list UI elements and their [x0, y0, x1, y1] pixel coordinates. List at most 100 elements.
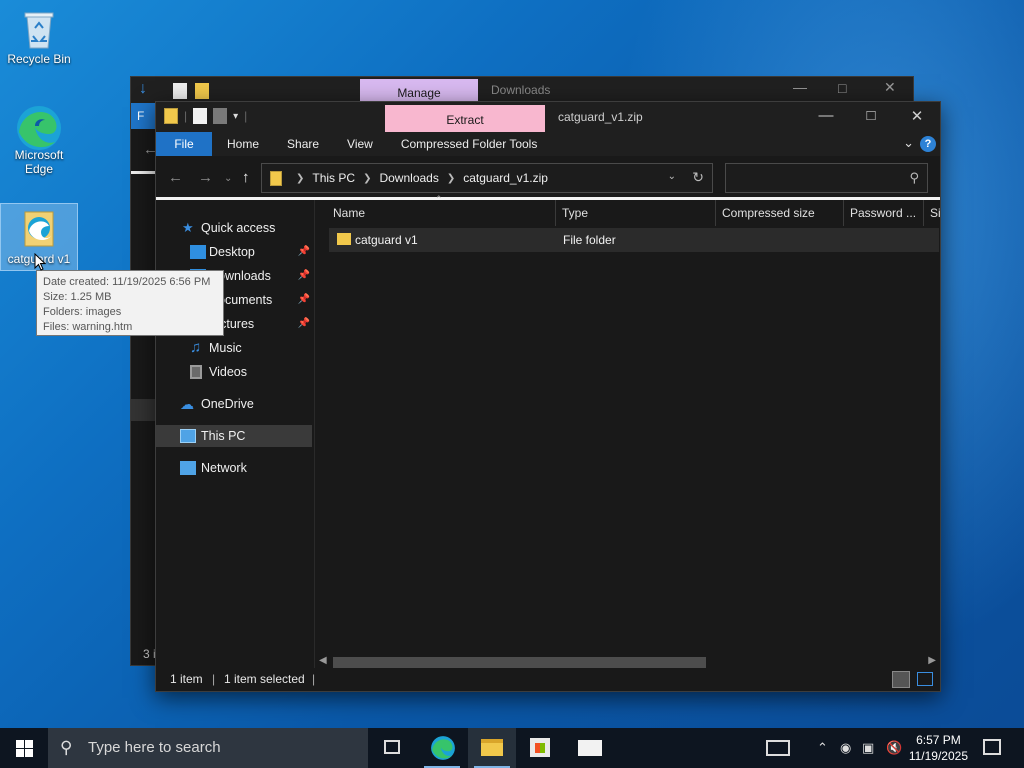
tab-view[interactable]: View: [347, 137, 373, 151]
task-view-icon: [384, 740, 400, 754]
breadcrumb-chevron-icon[interactable]: ❯: [447, 173, 455, 184]
file-list[interactable]: Name ⌃ Type Compressed size Password ...…: [315, 194, 940, 670]
desktop-icon-recycle-bin[interactable]: Recycle Bin: [1, 8, 77, 76]
taskbar-file-explorer[interactable]: [468, 728, 516, 768]
nav-this-pc[interactable]: This PC: [156, 425, 312, 447]
pin-icon[interactable]: 📌: [298, 265, 310, 287]
mail-icon: [578, 740, 602, 756]
volume-muted-icon[interactable]: 🔇: [886, 740, 902, 756]
status-bar: 1 item | 1 item selected |: [156, 668, 940, 691]
minimize-icon[interactable]: —: [793, 79, 807, 95]
minimize-icon[interactable]: —: [816, 107, 836, 124]
explorer-body: ★ Quick access Desktop 📌 Downloads 📌 Doc…: [156, 194, 940, 670]
column-compressed-size[interactable]: Compressed size: [716, 200, 844, 226]
tab-home[interactable]: Home: [227, 137, 259, 151]
nav-label: Network: [201, 461, 247, 475]
breadcrumb-this-pc[interactable]: This PC: [312, 171, 355, 185]
nav-videos[interactable]: Videos: [156, 361, 312, 383]
search-icon: ⚲: [60, 738, 73, 757]
system-clock[interactable]: 6:57 PM 11/19/2025: [909, 732, 968, 764]
breadcrumb-chevron-icon[interactable]: ❯: [363, 173, 371, 184]
breadcrumb-chevron-icon[interactable]: ❯: [296, 173, 304, 184]
status-item-count: 1 item: [170, 672, 203, 686]
back-arrow-icon[interactable]: ←: [168, 169, 183, 186]
taskbar-store[interactable]: [516, 728, 564, 768]
new-folder-icon[interactable]: [195, 83, 209, 99]
back-window-white-bar: [131, 171, 157, 174]
network-tray-icon[interactable]: ▣: [862, 740, 874, 756]
scroll-right-icon[interactable]: ▶: [928, 655, 936, 666]
rename-icon[interactable]: [213, 108, 228, 124]
pin-icon[interactable]: 📌: [298, 313, 310, 335]
tooltip-files: Files: warning.htm: [43, 321, 133, 333]
mouse-cursor-icon: [34, 253, 46, 271]
help-icon[interactable]: ?: [920, 136, 936, 152]
nav-label: Quick access: [201, 221, 276, 235]
nav-desktop[interactable]: Desktop 📌: [156, 241, 312, 263]
extract-tab[interactable]: Extract: [385, 105, 545, 132]
search-input[interactable]: ⚲: [725, 163, 928, 193]
tooltip-size: Size: 1.25 MB: [43, 291, 112, 303]
show-hidden-icons-icon[interactable]: ⌃: [817, 740, 828, 756]
tab-file[interactable]: File: [156, 132, 212, 156]
windows-logo-icon: [16, 740, 33, 757]
nav-music[interactable]: ♫ Music: [156, 337, 312, 359]
column-password[interactable]: Password ...: [844, 200, 924, 226]
properties-icon[interactable]: [193, 108, 208, 124]
start-button[interactable]: [0, 728, 48, 768]
computer-icon: [180, 429, 196, 443]
up-arrow-icon[interactable]: ↑: [242, 169, 250, 186]
tab-compressed-folder-tools[interactable]: Compressed Folder Tools: [401, 137, 538, 151]
zip-folder-small-icon[interactable]: [164, 108, 178, 124]
taskbar-search-box[interactable]: Type here to search: [48, 728, 368, 768]
large-icons-view-icon[interactable]: [917, 672, 933, 686]
nav-quick-access[interactable]: ★ Quick access: [156, 217, 312, 239]
nav-network[interactable]: Network: [156, 457, 312, 479]
breadcrumb-downloads[interactable]: Downloads: [379, 171, 438, 185]
address-dropdown-icon[interactable]: ⌄: [668, 171, 676, 182]
toolbar-separator: |: [184, 109, 188, 123]
meet-icon[interactable]: ◉: [840, 740, 851, 756]
taskbar-mail[interactable]: [566, 728, 614, 768]
task-view-button[interactable]: [368, 728, 416, 768]
column-size[interactable]: Si: [924, 200, 940, 226]
address-bar[interactable]: ❯ This PC ❯ Downloads ❯ catguard_v1.zip …: [261, 163, 713, 193]
maximize-icon[interactable]: □: [861, 107, 881, 124]
toolbar-separator: |: [244, 109, 248, 123]
nav-onedrive[interactable]: ☁ OneDrive: [156, 393, 312, 415]
window-titlebar: | ▾ | Extract catguard_v1.zip — □ ✕: [156, 102, 940, 132]
recent-locations-icon[interactable]: ⌄: [224, 173, 232, 184]
close-icon[interactable]: ✕: [884, 79, 896, 96]
taskbar: Type here to search ⚲ ⌃ ◉ ▣ 🔇 6:57 PM 11…: [0, 728, 1024, 768]
customize-toolbar-icon[interactable]: ▾: [233, 111, 238, 122]
desktop-icon-edge[interactable]: Microsoft Edge: [1, 104, 77, 188]
status-selected: 1 item selected: [224, 672, 305, 686]
search-icon: ⚲: [909, 170, 919, 185]
expand-ribbon-icon[interactable]: ⌄: [903, 135, 914, 151]
news-widget-icon[interactable]: [766, 740, 790, 756]
table-row[interactable]: catguard v1 File folder: [329, 228, 939, 252]
notifications-icon[interactable]: [983, 739, 1001, 755]
scroll-left-icon[interactable]: ◀: [319, 655, 327, 666]
close-icon[interactable]: ✕: [907, 107, 927, 125]
taskbar-edge[interactable]: [418, 728, 466, 768]
tab-share[interactable]: Share: [287, 137, 319, 151]
explorer-window[interactable]: | ▾ | Extract catguard_v1.zip — □ ✕ File…: [155, 101, 941, 692]
forward-arrow-icon[interactable]: →: [198, 169, 213, 186]
refresh-icon[interactable]: ↻: [692, 169, 704, 186]
pin-icon[interactable]: 📌: [298, 241, 310, 263]
tooltip-date-created: Date created: 11/19/2025 6:56 PM: [43, 276, 211, 288]
breadcrumb-zip[interactable]: catguard_v1.zip: [463, 171, 548, 185]
properties-icon[interactable]: [173, 83, 187, 99]
column-type[interactable]: Type: [556, 200, 716, 226]
back-window-title: Downloads: [491, 83, 551, 97]
window-title: catguard_v1.zip: [558, 110, 643, 124]
row-type: File folder: [563, 233, 616, 247]
maximize-icon[interactable]: □: [838, 80, 846, 96]
details-view-icon[interactable]: [892, 671, 910, 688]
star-icon: ★: [182, 220, 194, 235]
row-name: catguard v1: [355, 233, 418, 247]
back-file-tab[interactable]: F: [131, 103, 157, 129]
manage-tab[interactable]: Manage: [360, 79, 478, 103]
pin-icon[interactable]: 📌: [298, 289, 310, 311]
